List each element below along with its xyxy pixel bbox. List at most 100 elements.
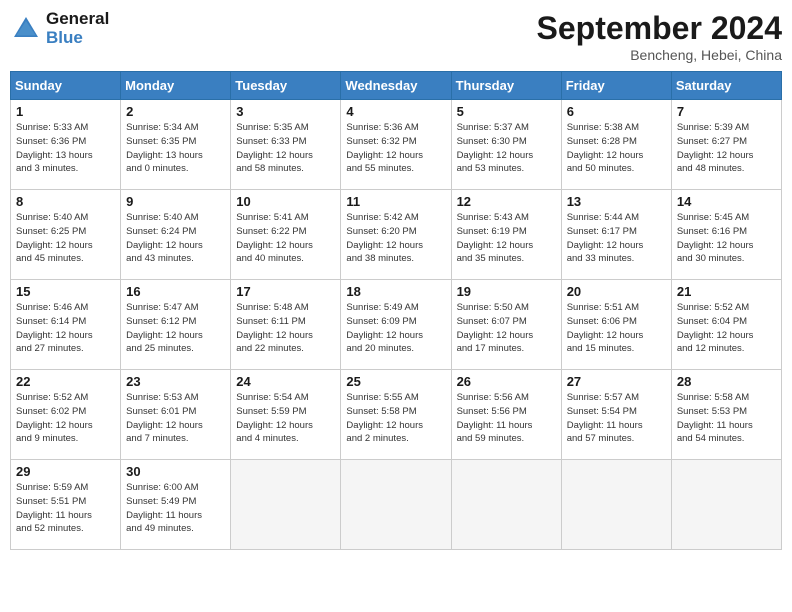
calendar-cell: 29 Sunrise: 5:59 AMSunset: 5:51 PMDayligh… (11, 460, 121, 550)
day-number: 21 (677, 284, 776, 299)
day-info: Sunrise: 5:35 AMSunset: 6:33 PMDaylight:… (236, 121, 335, 176)
day-number: 30 (126, 464, 225, 479)
page-header: General Blue September 2024 Bencheng, He… (10, 10, 782, 63)
calendar-cell: 15Sunrise: 5:46 AMSunset: 6:14 PMDayligh… (11, 280, 121, 370)
day-info: Sunrise: 5:52 AMSunset: 6:04 PMDaylight:… (677, 301, 776, 356)
day-number: 9 (126, 194, 225, 209)
calendar-cell: 1Sunrise: 5:33 AMSunset: 6:36 PMDaylight… (11, 100, 121, 190)
calendar-cell: 19Sunrise: 5:50 AMSunset: 6:07 PMDayligh… (451, 280, 561, 370)
calendar-cell: 10 Sunrise: 5:41 AMSunset: 6:22 PMDayligh… (231, 190, 341, 280)
calendar-cell: 18 Sunrise: 5:49 AMSunset: 6:09 PMDayligh… (341, 280, 451, 370)
calendar-cell: 16Sunrise: 5:47 AMSunset: 6:12 PMDayligh… (121, 280, 231, 370)
day-info: Sunrise: 6:00 AMSunset: 5:49 PMDaylight:… (126, 481, 225, 536)
day-info: Sunrise: 5:55 AMSunset: 5:58 PMDaylight:… (346, 391, 445, 446)
col-header-friday: Friday (561, 72, 671, 100)
calendar-row: 29 Sunrise: 5:59 AMSunset: 5:51 PMDayligh… (11, 460, 782, 550)
day-info: Sunrise: 5:58 AMSunset: 5:53 PMDaylight:… (677, 391, 776, 446)
day-number: 4 (346, 104, 445, 119)
day-info: Sunrise: 5:39 AMSunset: 6:27 PMDaylight:… (677, 121, 776, 176)
day-number: 3 (236, 104, 335, 119)
day-number: 6 (567, 104, 666, 119)
calendar-row: 22 Sunrise: 5:52 AMSunset: 6:02 PMDayligh… (11, 370, 782, 460)
day-info: Sunrise: 5:53 AMSunset: 6:01 PMDaylight:… (126, 391, 225, 446)
calendar-row: 8Sunrise: 5:40 AMSunset: 6:25 PMDaylight… (11, 190, 782, 280)
day-info: Sunrise: 5:48 AMSunset: 6:11 PMDaylight:… (236, 301, 335, 356)
day-number: 11 (346, 194, 445, 209)
calendar-cell: 6 Sunrise: 5:38 AMSunset: 6:28 PMDaylight… (561, 100, 671, 190)
day-number: 26 (457, 374, 556, 389)
day-info: Sunrise: 5:44 AMSunset: 6:17 PMDaylight:… (567, 211, 666, 266)
day-number: 17 (236, 284, 335, 299)
calendar-header-row: SundayMondayTuesdayWednesdayThursdayFrid… (11, 72, 782, 100)
calendar-cell (561, 460, 671, 550)
day-info: Sunrise: 5:40 AMSunset: 6:24 PMDaylight:… (126, 211, 225, 266)
day-number: 5 (457, 104, 556, 119)
day-info: Sunrise: 5:49 AMSunset: 6:09 PMDaylight:… (346, 301, 445, 356)
calendar-cell: 24 Sunrise: 5:54 AMSunset: 5:59 PMDayligh… (231, 370, 341, 460)
day-info: Sunrise: 5:46 AMSunset: 6:14 PMDaylight:… (16, 301, 115, 356)
day-info: Sunrise: 5:54 AMSunset: 5:59 PMDaylight:… (236, 391, 335, 446)
calendar-cell (451, 460, 561, 550)
calendar-cell: 9 Sunrise: 5:40 AMSunset: 6:24 PMDaylight… (121, 190, 231, 280)
day-number: 10 (236, 194, 335, 209)
day-info: Sunrise: 5:45 AMSunset: 6:16 PMDaylight:… (677, 211, 776, 266)
day-info: Sunrise: 5:42 AMSunset: 6:20 PMDaylight:… (346, 211, 445, 266)
day-info: Sunrise: 5:36 AMSunset: 6:32 PMDaylight:… (346, 121, 445, 176)
calendar-cell: 5 Sunrise: 5:37 AMSunset: 6:30 PMDaylight… (451, 100, 561, 190)
day-number: 27 (567, 374, 666, 389)
day-info: Sunrise: 5:33 AMSunset: 6:36 PMDaylight:… (16, 121, 115, 176)
day-info: Sunrise: 5:57 AMSunset: 5:54 PMDaylight:… (567, 391, 666, 446)
month-title: September 2024 (537, 10, 782, 47)
day-info: Sunrise: 5:41 AMSunset: 6:22 PMDaylight:… (236, 211, 335, 266)
col-header-tuesday: Tuesday (231, 72, 341, 100)
day-info: Sunrise: 5:38 AMSunset: 6:28 PMDaylight:… (567, 121, 666, 176)
day-info: Sunrise: 5:50 AMSunset: 6:07 PMDaylight:… (457, 301, 556, 356)
calendar-cell: 27 Sunrise: 5:57 AMSunset: 5:54 PMDayligh… (561, 370, 671, 460)
calendar-cell: 13Sunrise: 5:44 AMSunset: 6:17 PMDayligh… (561, 190, 671, 280)
calendar-cell: 21 Sunrise: 5:52 AMSunset: 6:04 PMDayligh… (671, 280, 781, 370)
day-info: Sunrise: 5:43 AMSunset: 6:19 PMDaylight:… (457, 211, 556, 266)
day-number: 7 (677, 104, 776, 119)
day-info: Sunrise: 5:52 AMSunset: 6:02 PMDaylight:… (16, 391, 115, 446)
calendar-cell: 20Sunrise: 5:51 AMSunset: 6:06 PMDayligh… (561, 280, 671, 370)
day-info: Sunrise: 5:59 AMSunset: 5:51 PMDaylight:… (16, 481, 115, 536)
day-info: Sunrise: 5:40 AMSunset: 6:25 PMDaylight:… (16, 211, 115, 266)
day-number: 24 (236, 374, 335, 389)
calendar-cell: 28 Sunrise: 5:58 AMSunset: 5:53 PMDayligh… (671, 370, 781, 460)
day-info: Sunrise: 5:37 AMSunset: 6:30 PMDaylight:… (457, 121, 556, 176)
calendar-cell: 12 Sunrise: 5:43 AMSunset: 6:19 PMDayligh… (451, 190, 561, 280)
calendar-cell: 22 Sunrise: 5:52 AMSunset: 6:02 PMDayligh… (11, 370, 121, 460)
location: Bencheng, Hebei, China (537, 47, 782, 63)
logo-text: General Blue (46, 10, 109, 47)
calendar-cell: 3 Sunrise: 5:35 AMSunset: 6:33 PMDaylight… (231, 100, 341, 190)
calendar-cell: 30 Sunrise: 6:00 AMSunset: 5:49 PMDayligh… (121, 460, 231, 550)
calendar-row: 1Sunrise: 5:33 AMSunset: 6:36 PMDaylight… (11, 100, 782, 190)
col-header-wednesday: Wednesday (341, 72, 451, 100)
calendar-cell: 4 Sunrise: 5:36 AMSunset: 6:32 PMDaylight… (341, 100, 451, 190)
col-header-sunday: Sunday (11, 72, 121, 100)
day-info: Sunrise: 5:51 AMSunset: 6:06 PMDaylight:… (567, 301, 666, 356)
calendar-cell: 8Sunrise: 5:40 AMSunset: 6:25 PMDaylight… (11, 190, 121, 280)
day-info: Sunrise: 5:56 AMSunset: 5:56 PMDaylight:… (457, 391, 556, 446)
day-number: 28 (677, 374, 776, 389)
calendar-cell: 26 Sunrise: 5:56 AMSunset: 5:56 PMDayligh… (451, 370, 561, 460)
day-number: 29 (16, 464, 115, 479)
calendar-cell: 11 Sunrise: 5:42 AMSunset: 6:20 PMDayligh… (341, 190, 451, 280)
calendar-cell: 2 Sunrise: 5:34 AMSunset: 6:35 PMDaylight… (121, 100, 231, 190)
calendar-cell: 17 Sunrise: 5:48 AMSunset: 6:11 PMDayligh… (231, 280, 341, 370)
day-number: 18 (346, 284, 445, 299)
day-number: 2 (126, 104, 225, 119)
col-header-thursday: Thursday (451, 72, 561, 100)
calendar-cell: 7 Sunrise: 5:39 AMSunset: 6:27 PMDaylight… (671, 100, 781, 190)
calendar-table: SundayMondayTuesdayWednesdayThursdayFrid… (10, 71, 782, 550)
day-number: 14 (677, 194, 776, 209)
calendar-cell: 23Sunrise: 5:53 AMSunset: 6:01 PMDayligh… (121, 370, 231, 460)
calendar-cell: 25 Sunrise: 5:55 AMSunset: 5:58 PMDayligh… (341, 370, 451, 460)
calendar-cell (671, 460, 781, 550)
calendar-cell (341, 460, 451, 550)
day-number: 22 (16, 374, 115, 389)
day-number: 25 (346, 374, 445, 389)
day-number: 12 (457, 194, 556, 209)
day-info: Sunrise: 5:34 AMSunset: 6:35 PMDaylight:… (126, 121, 225, 176)
col-header-monday: Monday (121, 72, 231, 100)
